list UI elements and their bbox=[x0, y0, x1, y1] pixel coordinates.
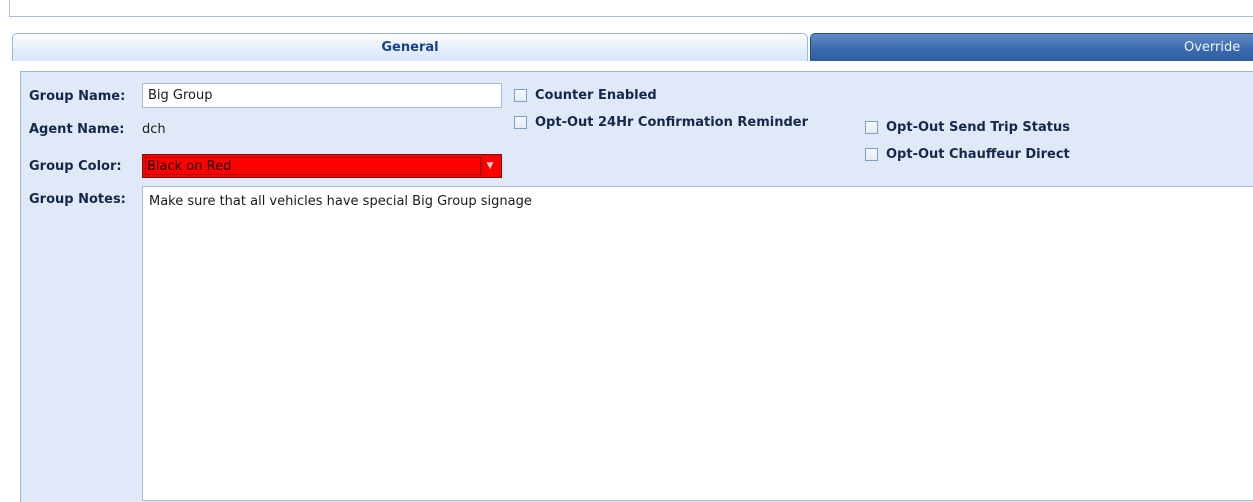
opt-out-chauffeur-direct-checkbox[interactable]: Opt-Out Chauffeur Direct bbox=[865, 147, 1070, 162]
agent-name-value: dch bbox=[142, 122, 166, 137]
group-notes-textarea[interactable]: Make sure that all vehicles have special… bbox=[142, 186, 1253, 501]
tab-strip: General Override bbox=[12, 33, 1253, 61]
opt-out-send-trip-status-label: Opt-Out Send Trip Status bbox=[886, 120, 1070, 135]
group-notes-label: Group Notes: bbox=[29, 192, 126, 207]
tab-override-label: Override bbox=[1184, 40, 1241, 55]
checkbox-icon bbox=[865, 148, 878, 161]
group-name-input[interactable]: Big Group bbox=[142, 83, 502, 108]
checkbox-icon bbox=[514, 89, 527, 102]
checkbox-icon bbox=[865, 121, 878, 134]
opt-out-send-trip-status-checkbox[interactable]: Opt-Out Send Trip Status bbox=[865, 120, 1070, 135]
opt-out-confirmation-reminder-label: Opt-Out 24Hr Confirmation Reminder bbox=[535, 115, 809, 130]
group-color-value: Black on Red bbox=[145, 157, 481, 175]
group-name-label: Group Name: bbox=[29, 89, 126, 104]
checkbox-icon bbox=[514, 116, 527, 129]
dropdown-arrow-icon[interactable]: ▼ bbox=[481, 157, 498, 175]
group-color-select[interactable]: Black on Red ▼ bbox=[142, 154, 502, 178]
group-color-label: Group Color: bbox=[29, 159, 122, 174]
opt-out-chauffeur-direct-label: Opt-Out Chauffeur Direct bbox=[886, 147, 1070, 162]
agent-name-label: Agent Name: bbox=[29, 122, 125, 137]
counter-enabled-label: Counter Enabled bbox=[535, 88, 657, 103]
tab-override[interactable]: Override bbox=[810, 33, 1253, 61]
top-container-frame bbox=[9, 0, 1253, 17]
opt-out-confirmation-reminder-checkbox[interactable]: Opt-Out 24Hr Confirmation Reminder bbox=[514, 115, 808, 130]
tab-general[interactable]: General bbox=[12, 33, 808, 61]
counter-enabled-checkbox[interactable]: Counter Enabled bbox=[514, 88, 657, 103]
